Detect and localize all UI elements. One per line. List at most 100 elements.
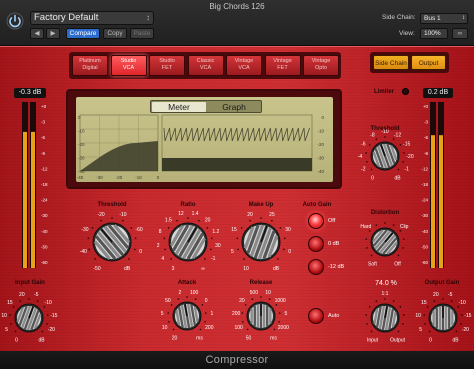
auto-release-led[interactable] xyxy=(308,308,324,324)
auto-gain-off-led[interactable] xyxy=(308,213,324,229)
knob-scale-label: -15 xyxy=(464,313,471,319)
knob-tick xyxy=(12,306,15,308)
preset-selector[interactable]: Factory Default ↕ xyxy=(30,11,154,25)
knob-tick xyxy=(194,298,197,300)
knob-scale-label: 0 xyxy=(139,249,142,255)
knob-scale-label: 500 xyxy=(250,290,259,296)
knob-scale-label: 20 xyxy=(247,212,253,218)
knob-tick xyxy=(236,237,239,240)
knob-tick xyxy=(402,161,404,163)
knob-scale-label: 0 xyxy=(205,298,208,304)
knob-tick xyxy=(368,144,371,146)
knob-tick xyxy=(9,314,12,316)
mix-knob[interactable]: Input 1:1 Output xyxy=(365,291,406,344)
auto-gain-minus12db-led[interactable] xyxy=(308,259,324,275)
knob-scale-label: 10 xyxy=(162,325,168,331)
copy-button[interactable]: Copy xyxy=(103,28,127,39)
compare-button[interactable]: Compare xyxy=(66,28,100,39)
input-gain-knob[interactable]: 0 5 10 15 20 -5 -10 -15 -20dB xyxy=(1,292,57,344)
knob-tick xyxy=(399,306,402,308)
knob-scale-label: 3 xyxy=(172,266,175,272)
knob-scale-label: ∞ xyxy=(201,266,205,272)
mix-value: 74.0 % xyxy=(375,280,397,287)
knob-tick xyxy=(283,248,285,251)
threshold-label: Threshold xyxy=(97,202,127,208)
knob-tick xyxy=(186,296,188,298)
knob-tick xyxy=(268,298,271,300)
knob-scale-label: Output xyxy=(390,338,406,344)
knob-scale-label: ms xyxy=(270,336,277,342)
view-select[interactable]: 100% xyxy=(420,28,448,39)
knob-tick xyxy=(392,300,395,302)
knob-tick xyxy=(206,227,209,229)
knob-scale-label: -5 xyxy=(448,292,453,298)
knob-scale-label: 50 xyxy=(246,336,252,342)
knob-scale-label: 1 xyxy=(210,311,213,317)
makeup-knob[interactable]: 10 5 15 20 25 30 0 dB xyxy=(231,212,291,272)
knob-scale-label: 10 xyxy=(1,313,7,319)
knob-tick xyxy=(100,219,102,222)
paste-button[interactable]: Paste xyxy=(130,28,154,39)
knob-tick xyxy=(88,248,90,251)
auto-gain-0db-label: 0 dB xyxy=(328,241,340,247)
knob-tick xyxy=(397,330,400,333)
knob-tick xyxy=(392,224,395,226)
knob-tick xyxy=(199,328,202,331)
knob-tick xyxy=(167,227,170,229)
knob-scale-label: 10 xyxy=(415,313,421,319)
view-value: 100% xyxy=(424,30,441,37)
knob-tick xyxy=(450,300,453,302)
knob-scale-label: -30 xyxy=(81,227,88,233)
knob-tick xyxy=(172,328,175,331)
limiter-led[interactable] xyxy=(402,88,409,95)
knob-scale-label: 20 xyxy=(433,292,439,298)
threshold-knob[interactable]: -50 -40 -30 -20 -10 -60 0 dB xyxy=(80,212,143,272)
knob-tick xyxy=(210,248,212,251)
knob-scale-label: -2 xyxy=(361,167,366,173)
knob-scale-label: Soft xyxy=(368,262,378,268)
auto-gain-0db-led[interactable] xyxy=(308,236,324,252)
output-gain-label: Output Gain xyxy=(424,280,460,286)
knob-tick xyxy=(428,330,431,333)
knob-scale-label: 5 xyxy=(5,327,8,333)
knob-tick xyxy=(273,328,276,331)
knob-scale-label: -20 xyxy=(462,327,469,333)
knob-scale-label: -50 xyxy=(93,266,100,272)
knob-scale-label: 1.4 xyxy=(192,211,199,217)
knob-tick xyxy=(442,298,444,300)
next-preset-button[interactable]: ▶ xyxy=(46,28,60,39)
knob-tick xyxy=(370,254,373,257)
knob-tick xyxy=(14,330,17,333)
attack-knob[interactable]: 20 10 5 50 2 100 0 1 200ms xyxy=(161,290,214,342)
knob-scale-label: -12 xyxy=(394,132,401,138)
ratio-knob[interactable]: 3 4 2 81.5 12 1.4 201.2 30 -1 ∞ xyxy=(157,211,221,272)
limiter-threshold-knob[interactable]: 0-2-4-6-8-10-12-15-20-1dB xyxy=(358,129,414,182)
knob-tick xyxy=(94,258,96,260)
knob-scale-label: 30 xyxy=(285,227,291,233)
output-gain-knob[interactable]: 0 5 10 15 20 -5 -10 -15 -20dB xyxy=(415,292,471,344)
knob-tick xyxy=(168,321,170,323)
knob-scale-label: -20 xyxy=(48,327,55,333)
knob-scale-label: -10 xyxy=(45,300,52,306)
knob-scale-label: 4 xyxy=(161,256,164,262)
sidechain-select[interactable]: Bus 1 ↕ xyxy=(420,13,468,24)
power-icon[interactable] xyxy=(6,12,24,30)
knob-scale-label: 1.2 xyxy=(212,229,219,235)
knob-scale-label: dB xyxy=(452,338,459,344)
knob-scale-label: 200 xyxy=(205,325,214,331)
knob-tick xyxy=(91,227,94,229)
distortion-knob[interactable]: Soft Hard Clip Off xyxy=(360,222,409,268)
makeup-label: Make Up xyxy=(248,202,274,208)
knob-scale-label: 5 xyxy=(231,249,234,255)
release-knob[interactable]: 50100 200 20 500 10 1000 5 2000ms xyxy=(232,290,289,342)
knob-tick xyxy=(204,312,207,314)
link-button[interactable]: ∞ xyxy=(452,28,468,39)
knob-tick xyxy=(460,314,463,316)
knob-scale-label: 15 xyxy=(421,300,427,306)
knob-tick xyxy=(402,323,404,325)
prev-preset-button[interactable]: ◀ xyxy=(30,28,44,39)
knob-tick xyxy=(402,247,404,249)
knob-tick xyxy=(397,254,400,257)
knob-tick xyxy=(243,258,245,260)
knob-tick xyxy=(176,219,178,222)
